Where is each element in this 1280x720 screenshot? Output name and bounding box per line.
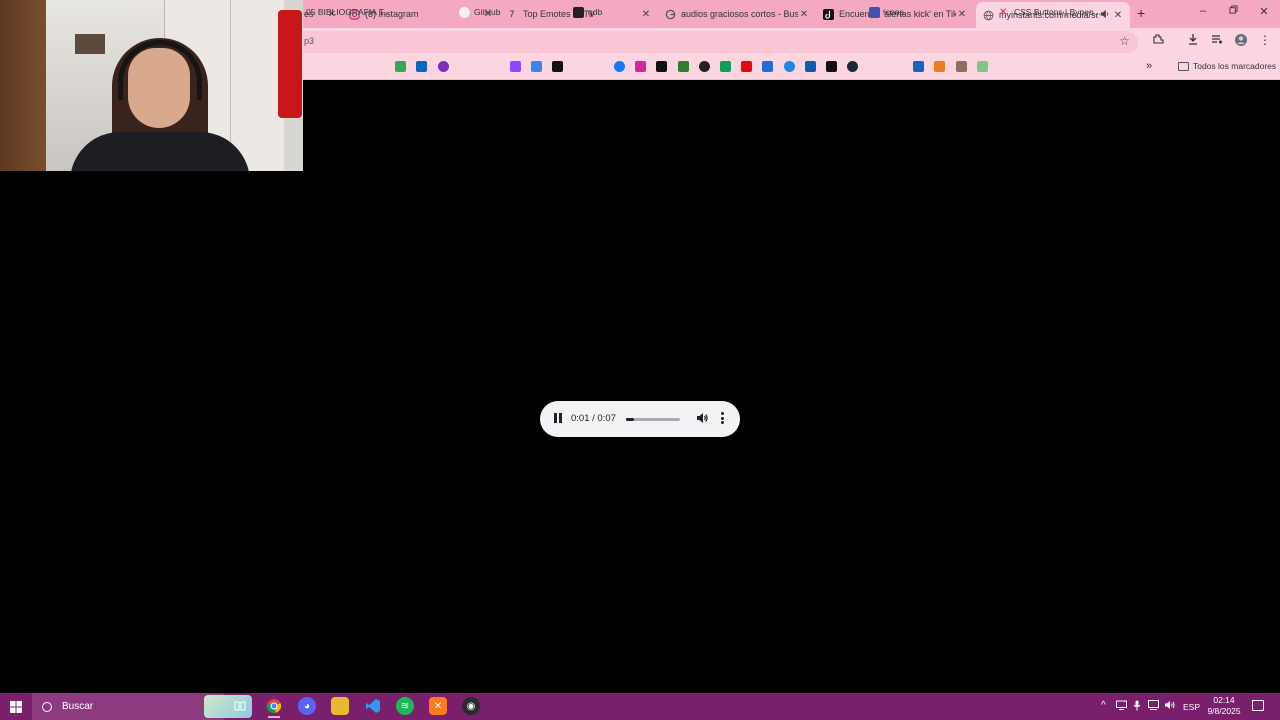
instagram-bookmark-icon[interactable] [635,61,646,72]
volume-icon[interactable] [695,411,709,425]
file-explorer-icon[interactable] [331,697,349,715]
x-icon[interactable] [656,61,667,72]
folder-icon [1178,61,1189,71]
bookmark-item-gdb[interactable]: gdb [573,5,602,19]
bookmark-crown-icon[interactable] [762,61,773,72]
bookmark-image-icon[interactable] [956,61,967,72]
search-icon [42,701,52,712]
google-icon [664,8,676,20]
bookmark-camera-icon[interactable] [826,61,837,72]
google-drive-icon[interactable] [395,61,406,72]
taskbar-search[interactable]: Buscar [32,693,252,720]
obs-icon[interactable]: ◉ [462,697,480,715]
tray-language[interactable]: ESP [1183,702,1200,712]
spotify-icon[interactable]: ≋ [396,697,414,715]
bookmark-orange-icon[interactable] [934,61,945,72]
netflix-icon[interactable] [741,61,752,72]
linkedin-icon[interactable] [416,61,427,72]
steam-icon[interactable] [847,61,858,72]
pause-icon[interactable] [554,413,562,423]
bookmark-label: GitHub [474,7,501,17]
address-url: p3 [304,36,315,46]
download-icon[interactable] [1185,33,1201,48]
media-controls-icon[interactable] [1209,33,1225,48]
webcam-person-body [70,132,250,171]
twitch-icon[interactable] [510,61,521,72]
7tv-icon: 7 [509,9,515,19]
bookmark-purple-icon[interactable] [438,61,449,72]
close-tab-icon[interactable]: ✕ [798,9,810,20]
all-bookmarks-label: Todos los marcadores [1193,61,1277,71]
close-window-button[interactable]: ✕ [1257,5,1271,18]
webcam-red-cloth [278,10,302,118]
css-buttons-icon: ✕ [999,6,1008,18]
tray-microphone-icon[interactable] [1133,700,1141,714]
tab-title: audios graciosos cortos - Busca [681,9,798,19]
bookmark-play-icon[interactable] [784,61,795,72]
bookmark-blue-icon[interactable] [531,61,542,72]
seek-bar-progress [626,418,634,421]
github-icon [459,6,470,18]
bookmark-item-github[interactable]: GitHub [459,5,500,19]
bookmark-triangle-icon[interactable] [977,61,988,72]
search-label: Buscar [62,701,94,712]
task-view-icon[interactable] [231,697,249,715]
tiktok-bookmark-icon[interactable] [552,61,563,72]
webcam-door [0,0,46,171]
bookmarks-overflow-button[interactable]: » [1146,60,1152,72]
clock-time: 02:14 [1213,695,1235,705]
restore-button[interactable] [1226,5,1240,17]
screen: es ✕ (8) Instagram ✕ 7 Top Emotes - 7TV … [0,0,1280,720]
webcam-overlay [0,0,303,171]
extensions-icon[interactable] [1150,33,1166,48]
notification-center-icon[interactable] [1252,700,1264,711]
bookmark-item-icons[interactable]: icons [869,5,904,19]
bookmark-item[interactable]: 05 BIBLIOGRAFIA T... [306,5,390,19]
tray-display-icon[interactable] [1148,700,1159,713]
browser-menu-icon[interactable]: ⋮ [1257,33,1273,47]
bookmark-green-icon[interactable] [678,61,689,72]
chrome-icon[interactable] [265,697,283,718]
bookmark-item-css-buttons[interactable]: ✕ CSS Buttons | Bypeo... [999,5,1101,19]
bookmark-layers-icon[interactable] [913,61,924,72]
bookmark-label: icons [884,7,904,17]
discord-icon[interactable]: ◕ [298,697,316,715]
new-tab-button[interactable]: + [1137,5,1145,21]
tray-volume-icon[interactable] [1164,700,1176,713]
tab-google-search[interactable]: audios graciosos cortos - Busca ✕ [664,3,810,25]
gdb-icon [573,6,584,18]
address-bar[interactable]: p3 ☆ [290,31,1138,53]
bookmark-label: 05 BIBLIOGRAFIA T... [306,7,390,17]
profile-avatar[interactable] [1233,33,1249,50]
bookmark-label: CSS Buttons | Bypeo... [1014,7,1101,17]
seek-bar[interactable] [626,418,680,421]
vscode-icon[interactable] [364,697,382,715]
bookmark-star-icon[interactable]: ☆ [1119,34,1130,48]
more-options-icon[interactable] [721,412,724,424]
all-bookmarks-button[interactable]: Todos los marcadores [1178,61,1276,71]
tiktok-icon [822,8,834,20]
globe-icon [982,9,994,21]
bookmark-teal-icon[interactable] [720,61,731,72]
bookmark-wave-icon[interactable] [805,61,816,72]
webcam-shelf [75,34,105,54]
close-tab-icon[interactable]: ✕ [1112,10,1124,21]
xampp-icon[interactable]: ✕ [429,697,447,715]
close-tab-icon[interactable]: ✕ [640,9,652,20]
minimize-button[interactable]: – [1196,5,1210,17]
threads-icon[interactable] [699,61,710,72]
close-tab-icon[interactable]: ✕ [956,9,968,20]
icons-icon [869,6,880,18]
taskbar-clock[interactable]: 02:14 9/8/2025 [1204,695,1244,717]
playback-time: 0:01 / 0:07 [571,413,616,424]
bookmark-label: gdb [588,7,603,17]
tray-network-icon[interactable] [1116,700,1127,713]
tray-expand-icon[interactable]: ^ [1101,700,1106,711]
facebook-icon[interactable] [614,61,625,72]
windows-start-icon[interactable] [0,693,32,720]
clock-date: 9/8/2025 [1207,706,1241,716]
